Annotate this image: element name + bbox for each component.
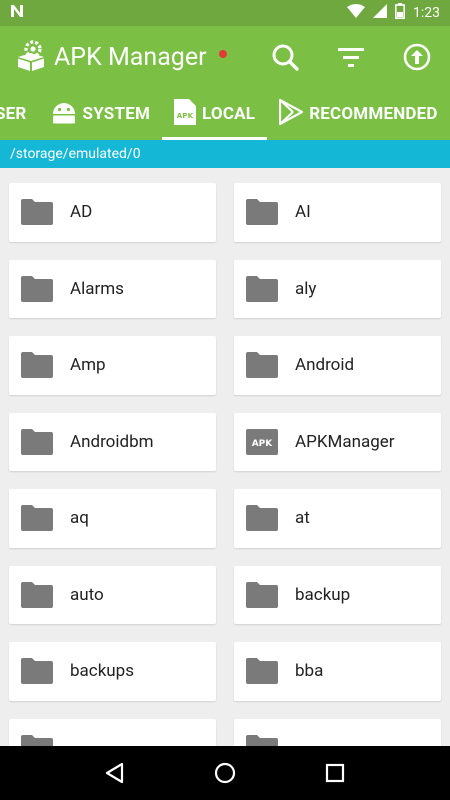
- folder-icon: [246, 351, 278, 379]
- folder-icon: [246, 198, 278, 226]
- filter-icon[interactable]: [336, 42, 366, 72]
- status-time: 1:23: [413, 5, 440, 21]
- signal-icon: [373, 4, 387, 22]
- current-path: /storage/emulated/0: [10, 146, 141, 162]
- file-item[interactable]: auto: [9, 565, 216, 624]
- file-name: AD: [70, 202, 93, 223]
- app-title: APK Manager: [54, 42, 207, 72]
- upload-icon[interactable]: [402, 42, 432, 72]
- tab-label: RECOMMENDED: [309, 104, 438, 124]
- file-name: backups: [70, 661, 134, 682]
- folder-icon: [246, 581, 278, 609]
- file-item[interactable]: APK APKManager: [234, 412, 441, 471]
- search-icon[interactable]: [270, 42, 300, 72]
- apk-icon-text: APK: [252, 439, 274, 449]
- folder-icon: [246, 504, 278, 532]
- app-bar: APK Manager: [0, 26, 450, 88]
- file-item[interactable]: AD: [9, 183, 216, 242]
- file-item[interactable]: AI: [234, 183, 441, 242]
- battery-icon: [395, 3, 405, 23]
- folder-icon: [21, 428, 53, 456]
- folder-icon: [21, 734, 53, 746]
- tab-system[interactable]: SYSTEM: [39, 88, 163, 140]
- status-bar: 1:23: [0, 0, 450, 26]
- apk-icon: APK: [246, 428, 278, 456]
- file-name: backup: [295, 584, 351, 605]
- file-name: Amp: [70, 355, 106, 376]
- file-item[interactable]: Androidbm: [9, 412, 216, 471]
- file-name: bba: [295, 661, 324, 682]
- folder-icon: [246, 734, 278, 746]
- svg-text:APK: APK: [177, 112, 194, 120]
- play-store-icon: [279, 98, 304, 130]
- file-item[interactable]: backups: [9, 642, 216, 701]
- file-item[interactable]: Amp: [9, 336, 216, 395]
- apk-file-icon: APK: [174, 98, 197, 130]
- wifi-icon: [347, 4, 365, 22]
- file-item[interactable]: [234, 718, 441, 746]
- file-item[interactable]: backup: [234, 565, 441, 624]
- n-notification-icon: [10, 4, 24, 22]
- folder-icon: [21, 275, 53, 303]
- file-name: Android: [295, 355, 355, 376]
- file-grid: AD AI Alarms aly Amp Android Androidbm A…: [0, 168, 450, 746]
- folder-icon: [21, 657, 53, 685]
- file-item[interactable]: bba: [234, 642, 441, 701]
- file-name: at: [295, 508, 310, 529]
- gear-box-icon: [16, 39, 46, 75]
- navigation-bar: [0, 746, 450, 800]
- file-item[interactable]: aq: [9, 489, 216, 548]
- tab-user[interactable]: SER: [0, 88, 39, 140]
- file-name: AI: [295, 202, 311, 223]
- file-item[interactable]: [9, 718, 216, 746]
- tab-label: SER: [0, 104, 27, 124]
- path-bar: /storage/emulated/0: [0, 140, 450, 168]
- file-name: APKManager: [295, 431, 395, 452]
- notification-dot: [218, 50, 227, 58]
- file-item[interactable]: Alarms: [9, 259, 216, 318]
- file-item[interactable]: Android: [234, 336, 441, 395]
- folder-icon: [246, 275, 278, 303]
- file-name: auto: [70, 584, 104, 605]
- folder-icon: [21, 198, 53, 226]
- file-name: Androidbm: [70, 431, 154, 452]
- tab-local[interactable]: APK LOCAL: [162, 88, 268, 140]
- file-name: Alarms: [70, 278, 124, 299]
- file-name: aq: [70, 508, 89, 529]
- folder-icon: [21, 581, 53, 609]
- file-item[interactable]: at: [234, 489, 441, 548]
- back-icon[interactable]: [95, 753, 135, 793]
- folder-icon: [246, 657, 278, 685]
- folder-icon: [21, 351, 53, 379]
- file-item[interactable]: aly: [234, 259, 441, 318]
- recents-icon[interactable]: [315, 753, 355, 793]
- tab-bar: SER SYSTEM APK LOCAL RECOMMENDED: [0, 88, 450, 140]
- file-name: aly: [295, 278, 317, 299]
- folder-icon: [21, 504, 53, 532]
- tab-label: LOCAL: [202, 104, 256, 124]
- tab-label: SYSTEM: [82, 104, 151, 124]
- home-icon[interactable]: [205, 753, 245, 793]
- android-icon: [51, 100, 77, 129]
- tab-recommended[interactable]: RECOMMENDED: [267, 88, 449, 140]
